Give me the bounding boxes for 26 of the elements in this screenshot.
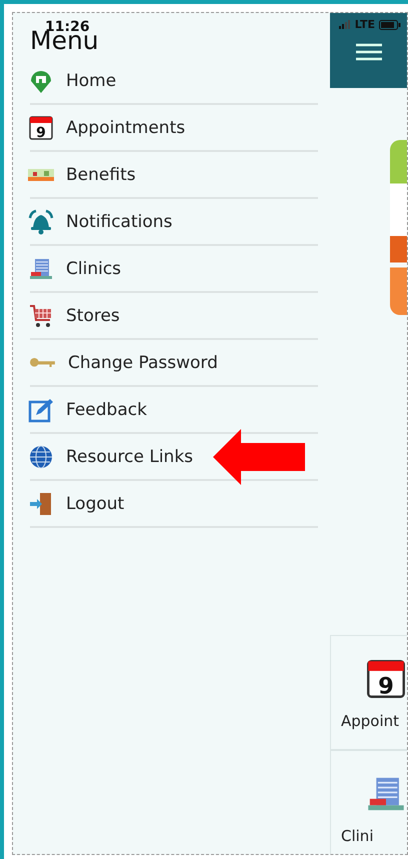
battery-icon (379, 20, 401, 30)
bell-icon (28, 208, 54, 234)
menu-item[interactable]: Appointments (66, 118, 186, 138)
menu-item[interactable]: Logout (66, 494, 124, 514)
calendar-icon: 9 (28, 114, 54, 140)
menu-icon[interactable] (356, 43, 382, 61)
menu-item[interactable]: Benefits (66, 164, 136, 184)
door-exit-icon (28, 490, 54, 516)
menu-item[interactable]: Home (66, 70, 116, 90)
edit-icon (28, 396, 54, 422)
menu-item[interactable]: Change Password (68, 352, 218, 372)
dashboard-tile[interactable]: 9 Appoint (330, 635, 407, 750)
tile-label: Clini (341, 827, 374, 845)
signal-icon (338, 20, 351, 29)
menu-item[interactable]: Clinics (66, 258, 122, 278)
globe-icon (28, 444, 54, 470)
menu-item[interactable]: Feedback (66, 400, 147, 420)
menu-item[interactable]: Notifications (66, 212, 172, 232)
tile-label: Appoint (341, 712, 400, 730)
calendar-icon: 9 (365, 658, 407, 700)
menu-item[interactable]: Stores (66, 306, 120, 326)
key-icon (30, 358, 56, 368)
dashboard-tile[interactable]: Clini (330, 750, 407, 854)
network-label: LTE (354, 18, 375, 31)
menu-item[interactable]: Resource Links (66, 446, 194, 466)
cart-icon (28, 302, 54, 328)
